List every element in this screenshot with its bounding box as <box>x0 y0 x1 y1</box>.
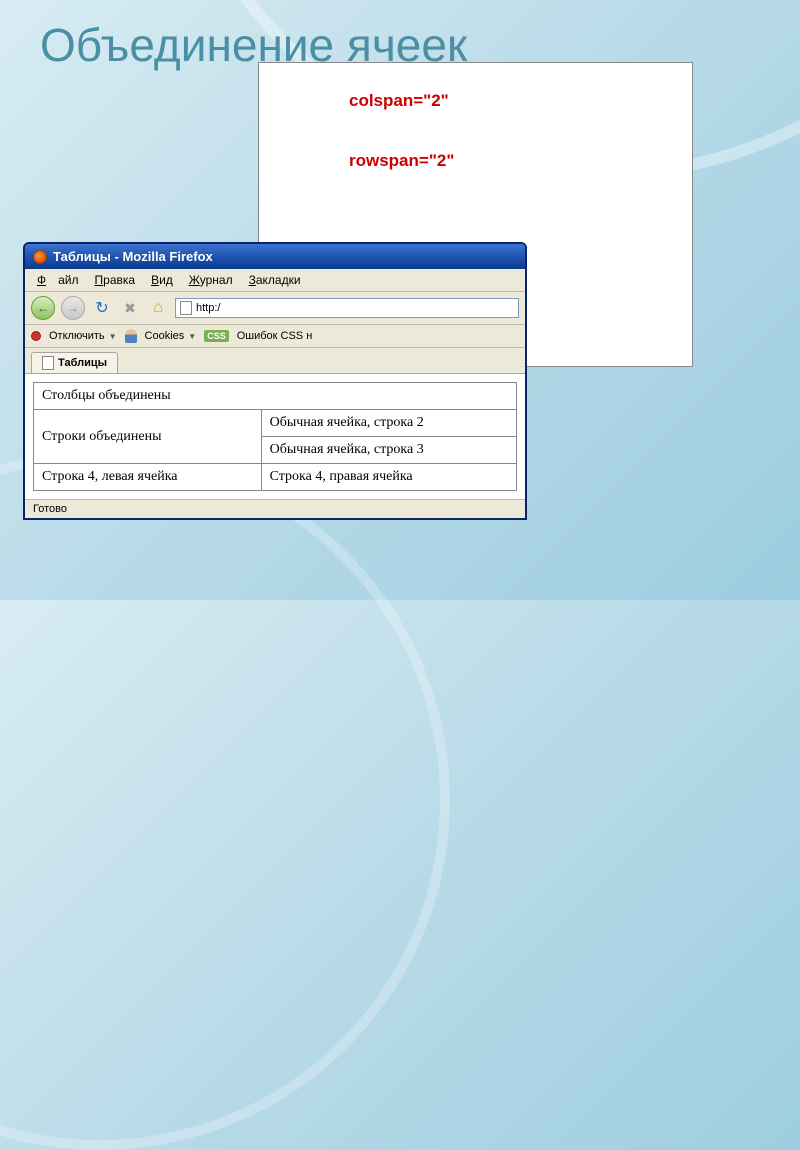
window-title: Таблицы - Mozilla Firefox <box>53 249 213 264</box>
home-button[interactable]: ⌂ <box>147 297 169 319</box>
colspan-label: colspan="2" <box>349 91 652 111</box>
browser-window: Таблицы - Mozilla Firefox ФФайлайл Правк… <box>23 242 527 520</box>
page-icon <box>180 301 192 315</box>
reload-button[interactable]: ↻ <box>91 297 113 319</box>
css-errors-button[interactable]: Ошибок CSS н <box>237 330 313 342</box>
forward-button[interactable]: → <box>61 296 85 320</box>
table-row: Строка 4, левая ячейка Строка 4, правая … <box>34 464 517 491</box>
person-icon <box>125 329 137 343</box>
back-button[interactable]: ← <box>31 296 55 320</box>
disable-button[interactable]: Отключить <box>49 330 105 342</box>
nav-toolbar: ← → ↻ ✖ ⌂ http:/ <box>25 292 525 325</box>
menu-history[interactable]: Журнал <box>183 272 239 288</box>
stop-button[interactable]: ✖ <box>119 297 141 319</box>
cell: Обычная ячейка, строка 2 <box>261 410 516 437</box>
status-text: Готово <box>33 503 67 515</box>
rowspan-label: rowspan="2" <box>349 151 652 171</box>
url-bar[interactable]: http:/ <box>175 298 519 318</box>
table-row: Столбцы объединены <box>34 383 517 410</box>
cell-rowspan: Строки объединены <box>34 410 262 464</box>
tabbar: Таблицы <box>25 348 525 374</box>
cell: Строка 4, левая ячейка <box>34 464 262 491</box>
tab-label: Таблицы <box>58 357 107 369</box>
page-icon <box>42 356 54 370</box>
menu-edit[interactable]: Правка <box>89 272 142 288</box>
cookies-button[interactable]: Cookies <box>145 330 185 342</box>
titlebar[interactable]: Таблицы - Mozilla Firefox <box>25 244 525 269</box>
dev-toolbar: Отключить ▼ Cookies ▼ CSS Ошибок CSS н <box>25 325 525 348</box>
url-text: http:/ <box>196 302 220 314</box>
menu-bookmarks[interactable]: Закладки <box>243 272 307 288</box>
menu-view[interactable]: Вид <box>145 272 179 288</box>
page-content: Столбцы объединены Строки объединены Обы… <box>25 374 525 499</box>
dropdown-icon: ▼ <box>109 332 117 341</box>
statusbar: Готово <box>25 499 525 518</box>
disable-icon <box>31 331 41 341</box>
dropdown-icon: ▼ <box>188 332 196 341</box>
table-row: Строки объединены Обычная ячейка, строка… <box>34 410 517 437</box>
menubar: ФФайлайл Правка Вид Журнал Закладки <box>25 269 525 292</box>
cell-colspan: Столбцы объединены <box>34 383 517 410</box>
demo-table: Столбцы объединены Строки объединены Обы… <box>33 382 517 491</box>
menu-file[interactable]: ФФайлайл <box>31 272 85 288</box>
cell: Строка 4, правая ячейка <box>261 464 516 491</box>
tab-tables[interactable]: Таблицы <box>31 352 118 373</box>
firefox-icon <box>33 250 47 264</box>
css-badge-icon: CSS <box>204 330 229 342</box>
cell: Обычная ячейка, строка 3 <box>261 437 516 464</box>
